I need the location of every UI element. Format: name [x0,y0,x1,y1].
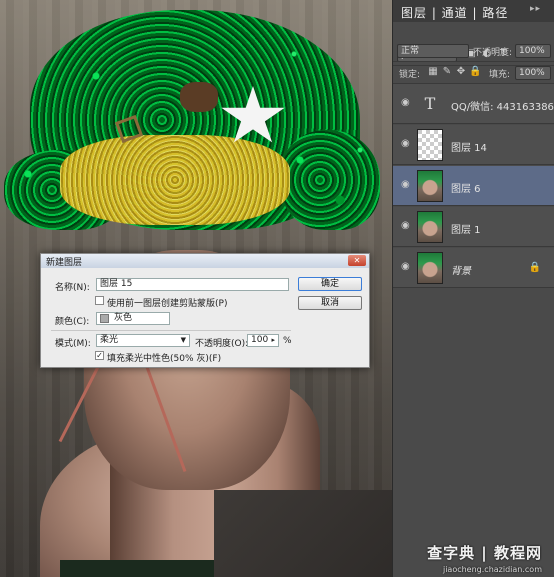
lock-paint-icon[interactable]: ✎ [441,66,453,78]
mode-select[interactable]: 柔光 ▼ [96,334,190,347]
ok-button-label: 确定 [320,279,339,289]
color-label: 颜色(C): [55,317,90,327]
color-select-value: 灰色 [114,313,133,323]
opacity-field[interactable]: 100% [515,44,551,58]
color-swatch-icon [100,314,109,323]
type-layer-icon[interactable]: T [417,88,443,120]
lock-all-icon[interactable]: 🔒 [469,66,481,78]
layer-name-value: 图层 15 [100,279,133,289]
eye-icon[interactable]: ◉ [401,261,413,273]
color-select[interactable]: 灰色 [96,312,170,325]
lock-icon: 🔒 [528,262,541,273]
layer-thumbnail[interactable] [417,252,443,284]
layer-row[interactable]: ◉ T QQ/微信: 443163386 [393,84,554,124]
watermark-logo: 查字典 | 教程网 [427,544,542,562]
fill-label: 填充: [489,70,511,80]
blend-mode-value: 正常 [401,46,420,56]
dialog-opacity-label: 不透明度(O): [195,339,249,349]
dialog-title: 新建图层 [46,258,83,268]
ok-button[interactable]: 确定 [298,277,362,291]
fill-field[interactable]: 100% [515,66,551,80]
eye-icon[interactable]: ◉ [401,97,413,109]
layer-name[interactable]: 图层 14 [451,139,487,154]
new-layer-dialog: 新建图层 ✕ 名称(N): 图层 15 确定 取消 使用前一图层创建剪贴蒙版(P… [40,253,370,368]
lock-label: 锁定: [399,70,421,80]
dialog-opacity-unit: % [283,336,292,346]
layer-thumbnail[interactable] [417,129,443,161]
layer-thumbnail[interactable] [417,170,443,202]
fill-neutral-label: 填充柔光中性色(50% 灰)(F) [107,354,222,364]
watermark-url: jiaocheng.chazidian.com [442,565,542,574]
blend-opacity-row: 正常 不透明度: 100% [393,40,554,62]
panel-title-text[interactable]: 图层 | 通道 | 路径 [401,6,508,20]
dialog-title-bar[interactable]: 新建图层 [41,254,369,268]
layer-name[interactable]: 图层 1 [451,221,481,236]
panel-tabs[interactable]: 图层 | 通道 | 路径 ▸▸ [393,0,554,22]
blend-mode-dropdown[interactable]: 正常 [397,44,469,58]
layer-row[interactable]: ◉ 图层 1 [393,207,554,247]
name-label: 名称(N): [55,283,90,293]
mode-label: 模式(M): [55,339,91,349]
lock-move-icon[interactable]: ✥ [455,66,467,78]
checkmark-icon: ✓ [96,351,103,360]
eye-icon[interactable]: ◉ [401,220,413,232]
eye-icon[interactable]: ◉ [401,138,413,150]
lock-fill-row: 锁定: ▦ ✎ ✥ 🔒 填充: 100% [393,62,554,84]
opacity-value: 100% [519,46,545,56]
cancel-button-label: 取消 [320,298,339,308]
layers-panel: 图层 | 通道 | 路径 ▸▸ ρ 类型 ▣ ◐ T ▭ ▤ 正常 不透明度: … [392,0,554,577]
panel-collapse-icon[interactable]: ▸▸ [530,4,541,14]
clip-mask-checkbox[interactable] [95,296,104,305]
dialog-separator [51,330,291,331]
layer-row[interactable]: ◉ 背景 🔒 [393,248,554,288]
fill-value: 100% [519,68,545,78]
mode-select-value: 柔光 [100,335,119,345]
lock-transparent-icon[interactable]: ▦ [427,66,439,78]
dialog-close-button[interactable]: ✕ [348,255,366,266]
layer-name-input[interactable]: 图层 15 [96,278,289,291]
cancel-button[interactable]: 取消 [298,296,362,310]
layer-thumbnail[interactable] [417,211,443,243]
dialog-opacity-value: 100 [251,335,269,345]
layer-name[interactable]: QQ/微信: 443163386 [451,98,554,113]
layer-row[interactable]: ◉ 图层 6 [393,166,554,206]
opacity-label: 不透明度: [473,48,513,58]
layer-name[interactable]: 图层 6 [451,180,481,195]
dark-background-block [214,490,392,577]
green-tinsel-right [280,130,380,230]
dialog-opacity-field[interactable]: 100 ▸ [247,334,279,347]
brown-bow-ornament [180,82,218,112]
model-dress [60,560,230,577]
clip-mask-label: 使用前一图层创建剪贴蒙版(P) [107,299,228,309]
layer-row[interactable]: ◉ 图层 14 [393,125,554,165]
layer-name[interactable]: 背景 [451,262,471,277]
close-icon: ✕ [353,256,361,265]
stepper-icon[interactable]: ▸ [271,335,275,346]
gold-tinsel-garland [60,135,290,225]
chevron-down-icon: ▼ [180,336,186,344]
eye-icon[interactable]: ◉ [401,179,413,191]
fill-neutral-checkbox[interactable]: ✓ [95,351,104,360]
